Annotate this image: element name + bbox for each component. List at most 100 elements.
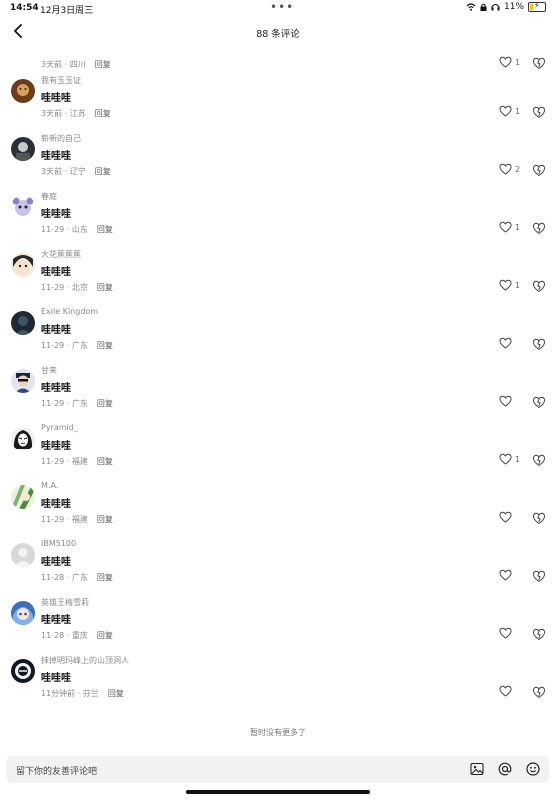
like-button[interactable] xyxy=(499,627,515,639)
comment-meta: 3天前 · 江苏 回复 xyxy=(41,108,111,119)
comment-username[interactable]: 大花蕉蕉蕉 xyxy=(41,249,81,260)
avatar[interactable] xyxy=(11,543,35,567)
avatar[interactable] xyxy=(11,601,35,625)
dislike-heart-icon[interactable] xyxy=(532,56,546,70)
comment-username[interactable]: M.A. xyxy=(41,481,58,490)
comment-text: 哇哇哇 xyxy=(41,267,71,278)
avatar[interactable] xyxy=(11,253,35,277)
avatar[interactable] xyxy=(11,485,35,509)
comment-time-location: 11-29 · 北京 xyxy=(41,283,88,292)
dislike-heart-icon[interactable] xyxy=(532,511,546,525)
like-button[interactable] xyxy=(499,337,515,349)
image-icon[interactable] xyxy=(469,761,485,777)
comment-meta: 11分钟前 · 芬兰 回复 xyxy=(41,688,124,699)
status-bar: 14:54 12月3日周三 ••• 11% ⚡ xyxy=(0,0,556,16)
reply-button[interactable]: 回复 xyxy=(97,282,113,293)
avatar[interactable] xyxy=(11,427,35,451)
like-button[interactable]: 1 xyxy=(499,56,520,68)
dislike-heart-icon[interactable] xyxy=(532,395,546,409)
battery-icon: ⚡ xyxy=(528,1,546,12)
comment-meta: 11-29 · 广东 回复 xyxy=(41,398,113,409)
comment-meta: 11-28 · 广东 回复 xyxy=(41,572,113,583)
comment-username[interactable]: 春庭 xyxy=(41,191,57,202)
like-button[interactable]: 1 xyxy=(499,279,520,291)
comment-meta: 11-29 · 山东 回复 xyxy=(41,224,113,235)
comment-item: Pyramid_ 哇哇哇 11-29 · 福建 回复 1 xyxy=(0,423,556,485)
comment-username[interactable]: Exile Kingdom xyxy=(41,307,98,316)
dislike-heart-icon[interactable] xyxy=(532,279,546,293)
comment-time-location: 11-28 · 重庆 xyxy=(41,631,88,640)
comment-time-location: 11-29 · 福建 xyxy=(41,457,88,466)
comment-username[interactable]: 甘来 xyxy=(41,365,57,376)
avatar[interactable] xyxy=(11,79,35,103)
reply-button[interactable]: 回复 xyxy=(97,630,113,641)
like-count: 1 xyxy=(515,280,521,290)
avatar[interactable] xyxy=(11,659,35,683)
dislike-heart-icon[interactable] xyxy=(532,221,546,235)
comment-text: 哇哇哇 xyxy=(41,325,71,336)
comment-username[interactable]: IBM5100 xyxy=(41,539,76,548)
comment-time-location: 11分钟前 · 芬兰 xyxy=(41,689,99,698)
comment-item: IBM5100 哇哇哇 11-28 · 广东 回复 xyxy=(0,539,556,601)
comment-input-bar[interactable]: 留下你的友善评论吧 xyxy=(6,756,549,783)
like-button[interactable]: 1 xyxy=(499,221,520,233)
dislike-heart-icon[interactable] xyxy=(532,569,546,583)
comment-text: 哇哇哇 xyxy=(41,673,71,684)
avatar[interactable] xyxy=(11,137,35,161)
comment-item: 甘来 哇哇哇 11-29 · 广东 回复 xyxy=(0,366,556,427)
reply-button[interactable]: 回复 xyxy=(95,59,111,70)
comment-item: Exile Kingdom 哇哇哇 11-29 · 广东 回复 xyxy=(0,307,556,369)
reply-button[interactable]: 回复 xyxy=(95,108,111,119)
emoji-icon[interactable] xyxy=(525,761,541,777)
dislike-heart-icon[interactable] xyxy=(532,163,546,177)
reply-button[interactable]: 回复 xyxy=(97,572,113,583)
reply-button[interactable]: 回复 xyxy=(97,224,113,235)
at-icon[interactable] xyxy=(497,761,513,777)
like-button[interactable] xyxy=(499,685,515,697)
comment-username[interactable]: 抹掉明玛峰上的山顶洞人 xyxy=(41,655,129,666)
comment-username[interactable]: 我有玉玉证 xyxy=(41,75,81,86)
home-indicator[interactable] xyxy=(186,790,370,794)
dislike-heart-icon[interactable] xyxy=(532,685,546,699)
like-button[interactable]: 1 xyxy=(499,105,520,117)
multitask-dots[interactable]: ••• xyxy=(270,0,294,14)
comment-meta: 3天前 · 四川 回复 xyxy=(41,59,111,70)
page-title: 88 条评论 xyxy=(256,29,300,40)
reply-button[interactable]: 回复 xyxy=(97,514,113,525)
avatar-image xyxy=(11,485,35,509)
heart-icon xyxy=(499,279,512,291)
reply-button[interactable]: 回复 xyxy=(108,688,124,699)
comment-username[interactable]: 崭新的自己 xyxy=(41,133,81,144)
reply-button[interactable]: 回复 xyxy=(97,398,113,409)
reply-button[interactable]: 回复 xyxy=(97,340,113,351)
comment-input-placeholder[interactable]: 留下你的友善评论吧 xyxy=(16,764,97,777)
like-button[interactable] xyxy=(499,569,515,581)
heart-icon xyxy=(499,105,512,117)
avatar[interactable] xyxy=(11,369,35,393)
headphones-icon xyxy=(491,3,500,11)
comment-username[interactable]: 英雄王梅雪莉 xyxy=(41,597,89,608)
comment-text: 哇哇哇 xyxy=(41,499,71,510)
comment-item: 英雄王梅雪莉 哇哇哇 11-28 · 重庆 回复 xyxy=(0,598,556,659)
avatar[interactable] xyxy=(11,195,35,219)
comment-username[interactable]: Pyramid_ xyxy=(41,423,78,432)
dislike-heart-icon[interactable] xyxy=(532,627,546,641)
dislike-heart-icon[interactable] xyxy=(532,337,546,351)
reply-button[interactable]: 回复 xyxy=(97,456,113,467)
avatar[interactable] xyxy=(11,311,35,335)
dislike-heart-icon[interactable] xyxy=(532,453,546,467)
like-button[interactable] xyxy=(499,511,515,523)
like-button[interactable]: 1 xyxy=(499,453,520,465)
reply-button[interactable]: 回复 xyxy=(95,166,111,177)
heart-icon xyxy=(499,56,512,68)
avatar-image xyxy=(11,369,35,393)
heart-icon xyxy=(499,221,512,233)
like-button[interactable] xyxy=(499,395,515,407)
heart-icon xyxy=(499,569,512,581)
battery-percent: 11% xyxy=(503,2,524,12)
like-button[interactable]: 2 xyxy=(499,163,520,175)
heart-icon xyxy=(499,685,512,697)
comment-time-location: 11-29 · 广东 xyxy=(41,341,88,350)
dislike-heart-icon[interactable] xyxy=(532,105,546,119)
heart-icon xyxy=(499,627,512,639)
